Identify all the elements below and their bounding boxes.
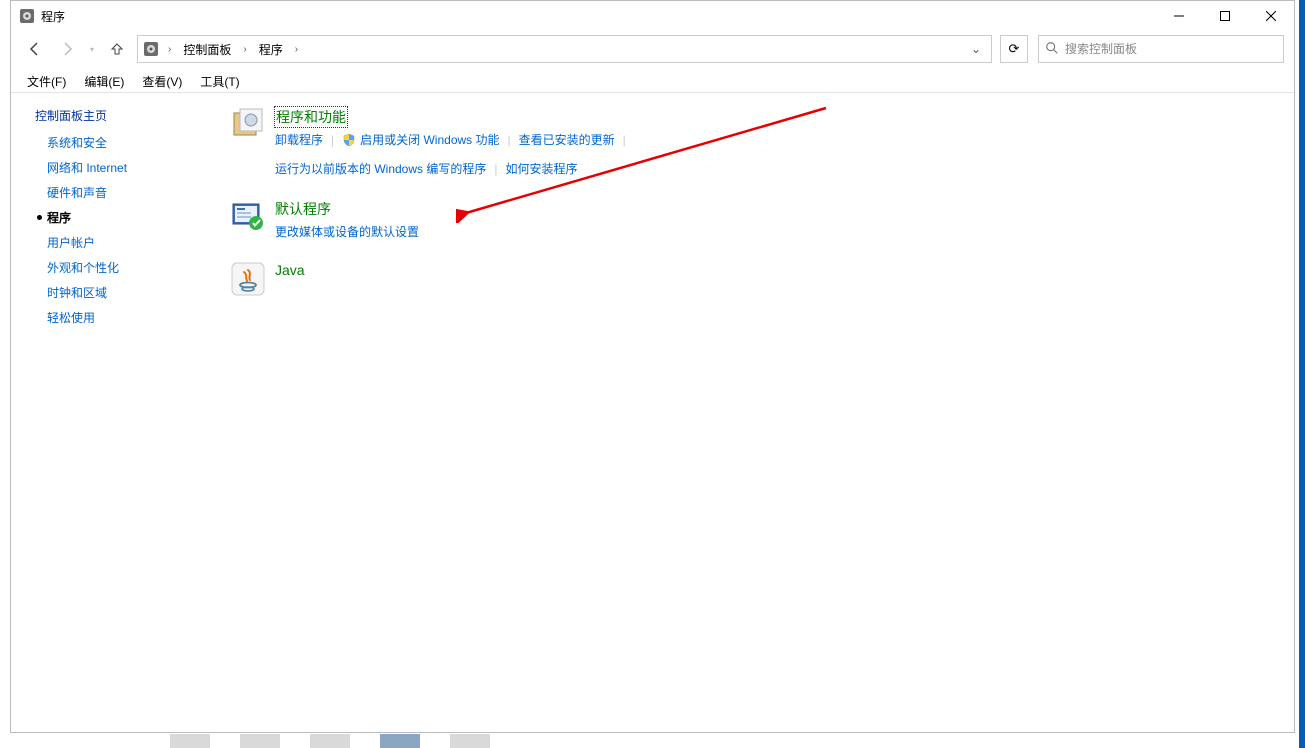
link-windows-features-label: 启用或关闭 Windows 功能 — [360, 131, 499, 148]
category-java: Java — [231, 262, 1274, 296]
menu-edit[interactable]: 编辑(E) — [76, 71, 132, 92]
link-view-updates[interactable]: 查看已安装的更新 — [519, 131, 615, 148]
link-windows-features[interactable]: 启用或关闭 Windows 功能 — [342, 131, 499, 148]
sidebar-item-programs[interactable]: 程序 — [35, 209, 71, 226]
menu-tools[interactable]: 工具(T) — [192, 71, 247, 92]
link-how-to-install[interactable]: 如何安装程序 — [505, 160, 577, 177]
up-button[interactable] — [103, 35, 131, 63]
chevron-right-icon[interactable]: › — [239, 44, 250, 55]
link-compat-troubleshoot[interactable]: 运行为以前版本的 Windows 编写的程序 — [275, 160, 486, 177]
sidebar-item-appearance[interactable]: 外观和个性化 — [35, 259, 119, 276]
default-programs-icon — [231, 199, 265, 233]
java-icon — [231, 262, 265, 296]
sidebar-item-ease-of-access[interactable]: 轻松使用 — [35, 309, 95, 326]
close-button[interactable] — [1248, 1, 1294, 31]
category-programs-features: 程序和功能 卸载程序 | 启用或关 — [231, 107, 1274, 177]
forward-button[interactable] — [53, 35, 81, 63]
search-input[interactable] — [1065, 42, 1277, 56]
category-title-programs[interactable]: 程序和功能 — [275, 107, 347, 127]
sidebar-item-network[interactable]: 网络和 Internet — [35, 159, 127, 176]
sidebar-item-system-security[interactable]: 系统和安全 — [35, 134, 107, 151]
control-panel-window: 程序 ▾ — [10, 0, 1295, 733]
sidebar-item-clock-region[interactable]: 时钟和区域 — [35, 284, 107, 301]
menu-view[interactable]: 查看(V) — [134, 71, 190, 92]
address-bar[interactable]: › 控制面板 › 程序 › ⌄ — [137, 35, 992, 63]
maximize-button[interactable] — [1202, 1, 1248, 31]
sidebar-item-user-accounts[interactable]: 用户帐户 — [35, 234, 95, 251]
programs-features-icon — [231, 107, 265, 141]
search-icon — [1045, 41, 1059, 58]
sidebar-home[interactable]: 控制面板主页 — [35, 107, 211, 124]
refresh-button[interactable]: ⟳ — [1000, 35, 1028, 63]
titlebar: 程序 — [11, 1, 1294, 31]
control-panel-icon — [142, 40, 160, 58]
category-title-java[interactable]: Java — [275, 262, 305, 278]
window-title: 程序 — [41, 8, 65, 25]
control-panel-icon — [19, 8, 35, 24]
chevron-right-icon[interactable]: › — [164, 44, 175, 55]
menubar: 文件(F) 编辑(E) 查看(V) 工具(T) — [11, 71, 1294, 93]
back-button[interactable] — [21, 35, 49, 63]
history-dropdown[interactable]: ▾ — [85, 35, 99, 63]
breadcrumb-current[interactable]: 程序 — [255, 39, 287, 60]
navbar: ▾ › 控制面板 › 程序 › ⌄ ⟳ — [11, 31, 1294, 67]
sidebar-item-hardware-sound[interactable]: 硬件和声音 — [35, 184, 107, 201]
breadcrumb-root[interactable]: 控制面板 — [179, 39, 235, 60]
taskbar-hint — [170, 734, 490, 748]
category-default-programs: 默认程序 更改媒体或设备的默认设置 — [231, 199, 1274, 240]
address-history-dropdown[interactable]: ⌄ — [965, 42, 987, 56]
link-uninstall-program[interactable]: 卸载程序 — [275, 131, 323, 148]
minimize-button[interactable] — [1156, 1, 1202, 31]
link-media-defaults[interactable]: 更改媒体或设备的默认设置 — [275, 223, 419, 240]
shield-icon — [342, 133, 356, 147]
search-box[interactable] — [1038, 35, 1284, 63]
sidebar: 控制面板主页 系统和安全 网络和 Internet 硬件和声音 程序 用户帐户 … — [11, 93, 211, 732]
category-title-defaults[interactable]: 默认程序 — [275, 199, 419, 219]
menu-file[interactable]: 文件(F) — [19, 71, 74, 92]
content-area: 程序和功能 卸载程序 | 启用或关 — [211, 93, 1294, 732]
chevron-right-icon[interactable]: › — [291, 44, 302, 55]
